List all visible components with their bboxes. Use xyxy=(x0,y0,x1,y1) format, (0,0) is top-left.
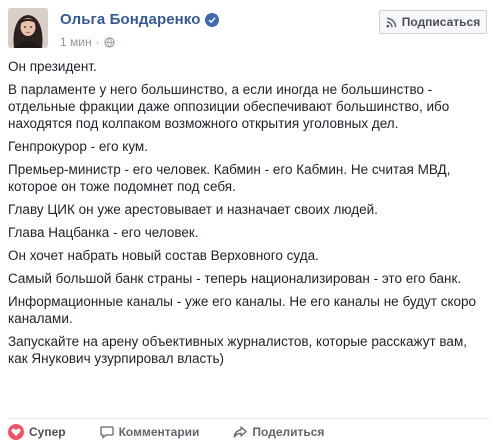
post-paragraph: Главу ЦИК он уже арестовывает и назначае… xyxy=(8,202,378,217)
verified-badge-icon xyxy=(205,12,220,27)
author-row: Ольга Бондаренко xyxy=(60,11,220,28)
post-paragraph: Премьер-министр - его человек. Кабмин - … xyxy=(8,162,451,194)
post-actions: Супер Комментарии Поделиться xyxy=(8,418,490,443)
comment-label: Комментарии xyxy=(118,425,200,439)
post-paragraph: Самый большой банк страны - теперь нацио… xyxy=(8,271,462,286)
globe-icon xyxy=(104,36,115,48)
post-paragraph: Глава Нацбанка - его человек. xyxy=(8,225,199,240)
post-paragraph: Запускайте на арену объективных журналис… xyxy=(8,334,467,366)
post-paragraph: В парламенте у него большинство, а если … xyxy=(8,82,450,131)
avatar[interactable] xyxy=(8,8,48,48)
share-icon xyxy=(233,425,248,439)
super-label: Супер xyxy=(29,425,66,439)
post-paragraph: Генпрокурор - его кум. xyxy=(8,139,148,154)
share-label: Поделиться xyxy=(252,425,325,439)
subscribe-button[interactable]: Подписаться xyxy=(379,10,487,34)
post-paragraph: Он президент. xyxy=(8,59,97,74)
meta-separator: · xyxy=(95,35,100,49)
post-header: Ольга Бондаренко 1 мин · Подписаться xyxy=(8,8,490,52)
facebook-post: Ольга Бондаренко 1 мин · Подписаться Он … xyxy=(0,0,498,443)
post-body: Он президент. В парламенте у него больши… xyxy=(8,58,490,373)
post-time[interactable]: 1 мин xyxy=(60,35,92,49)
comment-icon xyxy=(99,425,114,439)
rss-icon xyxy=(386,17,397,28)
post-meta: 1 мин · xyxy=(60,35,115,49)
author-name[interactable]: Ольга Бондаренко xyxy=(60,11,200,28)
super-reaction-button[interactable]: Супер xyxy=(8,424,66,440)
heart-icon xyxy=(8,424,24,440)
post-paragraph: Он хочет набрать новый состав Верховного… xyxy=(8,248,319,263)
comment-button[interactable]: Комментарии xyxy=(99,425,200,439)
subscribe-label: Подписаться xyxy=(401,15,481,29)
share-button[interactable]: Поделиться xyxy=(233,425,324,439)
post-paragraph: Информационные каналы - уже его каналы. … xyxy=(8,294,477,326)
